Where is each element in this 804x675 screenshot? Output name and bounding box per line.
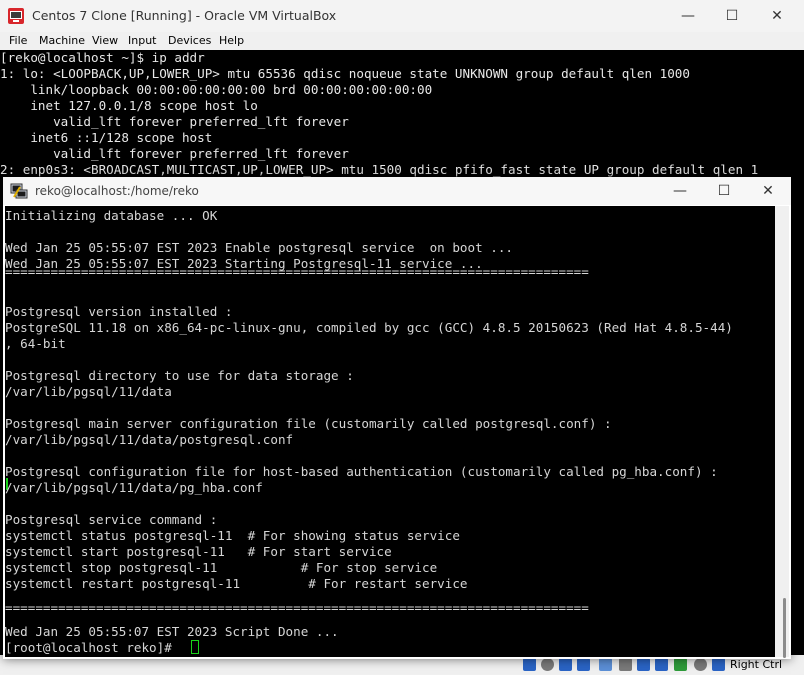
hard-disk-icon[interactable] [523,658,536,671]
optical-drive-icon[interactable] [541,658,554,671]
recording-icon[interactable] [655,658,668,671]
console-line: valid_lft forever preferred_lft forever [0,146,349,161]
minimize-button[interactable]: — [666,4,710,28]
terminal-line: Initializing database ... OK [5,208,218,223]
virtualbox-titlebar[interactable]: Centos 7 Clone [Running] - Oracle VM Vir… [0,0,804,32]
console-line: [reko@localhost ~]$ ip addr [0,50,205,65]
console-line: 2: enp0s3: <BROADCAST,MULTICAST,UP,LOWER… [0,162,759,177]
putty-app-icon [10,183,28,199]
display-icon[interactable] [637,658,650,671]
console-line: inet 127.0.0.1/8 scope host lo [0,98,258,113]
menu-machine[interactable]: Machine [39,33,85,49]
putty-titlebar[interactable]: reko@localhost:/home/reko — ☐ ✕ [3,177,791,205]
terminal-line: Postgresql directory to use for data sto… [5,368,354,383]
terminal-line: ========================================… [5,264,589,279]
vm-console[interactable]: [reko@localhost ~]$ ip addr 1: lo: <LOOP… [0,50,804,190]
terminal-cursor [191,640,199,654]
console-line: link/loopback 00:00:00:00:00:00 brd 00:0… [0,82,433,97]
terminal-line: systemctl stop postgresql-11 # For stop … [5,560,438,575]
console-line: 1: lo: <LOOPBACK,UP,LOWER_UP> mtu 65536 … [0,66,690,81]
terminal-line: Wed Jan 25 05:55:07 EST 2023 Enable post… [5,240,513,255]
close-button[interactable]: ✕ [755,4,799,28]
terminal-line: Postgresql service command : [5,512,218,527]
menu-view[interactable]: View [92,33,118,49]
maximize-button[interactable]: ☐ [702,179,746,203]
terminal-line: systemctl start postgresql-11 # For star… [5,544,392,559]
menu-bar: File Machine View Input Devices Help [0,32,804,50]
menu-file[interactable]: File [9,33,27,49]
terminal-scrollbar[interactable] [775,206,789,658]
cpu-icon[interactable] [674,658,687,671]
console-line: valid_lft forever preferred_lft forever [0,114,349,129]
keyboard-icon[interactable] [712,658,725,671]
terminal-line: systemctl restart postgresql-11 # For re… [5,576,468,591]
terminal-line: Postgresql version installed : [5,304,233,319]
terminal-line: Postgresql configuration file for host-b… [5,464,718,479]
terminal-line: Wed Jan 25 05:55:07 EST 2023 Script Done… [5,624,339,639]
terminal-line: , 64-bit [5,336,66,351]
terminal-line: PostgreSQL 11.18 on x86_64-pc-linux-gnu,… [5,320,733,335]
putty-window: reko@localhost:/home/reko — ☐ ✕ Initiali… [3,177,791,659]
terminal-line: /var/lib/pgsql/11/data/pg_hba.conf [5,480,263,495]
usb-icon[interactable] [599,658,612,671]
shared-folders-icon[interactable] [619,658,632,671]
close-button[interactable]: ✕ [746,179,790,203]
window-title: Centos 7 Clone [Running] - Oracle VM Vir… [32,8,337,23]
network-icon[interactable] [577,658,590,671]
maximize-button[interactable]: ☐ [710,4,754,28]
terminal-line: /var/lib/pgsql/11/data [5,384,172,399]
virtualbox-app-icon [8,8,24,24]
terminal-line: Postgresql main server configuration fil… [5,416,612,431]
scrollbar-thumb[interactable] [783,598,786,658]
audio-icon[interactable] [559,658,572,671]
terminal-line: /var/lib/pgsql/11/data/postgresql.conf [5,432,294,447]
terminal-output[interactable]: Initializing database ... OK Wed Jan 25 … [5,206,775,657]
menu-devices[interactable]: Devices [168,33,211,49]
host-key-label: Right Ctrl [730,658,783,671]
mouse-integration-icon[interactable] [694,658,707,671]
shell-prompt: [root@localhost reko]# [5,640,180,655]
terminal-line: systemctl status postgresql-11 # For sho… [5,528,460,543]
console-line: inet6 ::1/128 scope host [0,130,213,145]
menu-help[interactable]: Help [219,33,244,49]
window-title: reko@localhost:/home/reko [35,184,199,198]
minimize-button[interactable]: — [658,179,702,203]
menu-input[interactable]: Input [128,33,156,49]
terminal-line: ========================================… [5,600,589,615]
